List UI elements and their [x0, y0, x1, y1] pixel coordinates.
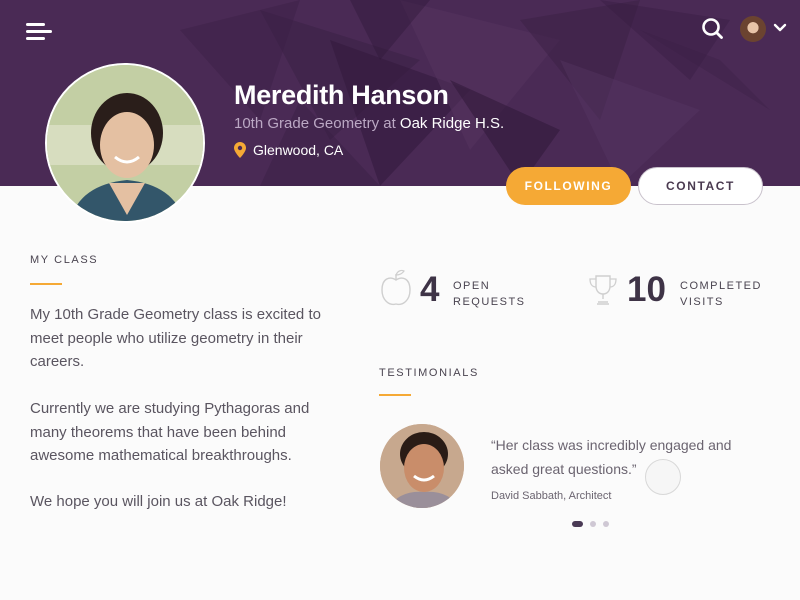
class-paragraph: Currently we are studying Pythagoras and…: [30, 400, 310, 464]
hamburger-menu-icon[interactable]: [26, 22, 52, 42]
location-text: Glenwood, CA: [253, 142, 344, 158]
label-line: COMPLETED: [680, 280, 762, 292]
stat-open-requests: 4 OPEN REQUESTS: [380, 268, 560, 314]
profile-name: Meredith Hanson: [234, 80, 449, 110]
profile-photo: [45, 63, 205, 223]
completed-visits-value: 10: [627, 270, 666, 309]
completed-visits-label: COMPLETED VISITS: [680, 278, 762, 310]
label-line: REQUESTS: [453, 296, 526, 308]
open-requests-label: OPEN REQUESTS: [453, 278, 526, 310]
open-requests-value: 4: [420, 270, 440, 309]
testimonial-quote: “Her class was incredibly engaged and as…: [491, 437, 732, 477]
following-button[interactable]: FOLLOWING: [506, 167, 631, 205]
stat-completed-visits: 10 COMPLETED VISITS: [588, 268, 788, 314]
user-menu[interactable]: [738, 14, 792, 44]
chevron-down-icon: [773, 23, 787, 32]
testimonial-pagination: [572, 521, 616, 527]
profile-page: Meredith Hanson 10th Grade Geometry at O…: [0, 0, 800, 600]
school-link[interactable]: Oak Ridge H.S.: [400, 115, 504, 132]
map-pin-icon: [234, 142, 246, 158]
apple-icon: [381, 269, 411, 306]
label-line: OPEN: [453, 280, 491, 292]
testimonials-accent-divider: [379, 394, 411, 396]
testimonial-author-photo: [380, 424, 464, 508]
label-line: VISITS: [680, 296, 724, 308]
trophy-icon: [589, 275, 617, 305]
my-class-heading: MY CLASS: [30, 254, 99, 266]
subtitle-text: 10th Grade Geometry at: [234, 115, 396, 132]
profile-subtitle: 10th Grade Geometry at Oak Ridge H.S.: [234, 115, 504, 132]
pagination-dot-1[interactable]: [572, 521, 583, 527]
user-avatar: [740, 16, 766, 42]
testimonials-heading: TESTIMONIALS: [379, 367, 479, 379]
search-icon[interactable]: [700, 16, 726, 42]
profile-location: Glenwood, CA: [234, 142, 343, 158]
class-paragraph: My 10th Grade Geometry class is excited …: [30, 306, 321, 370]
touch-cursor-indicator: [645, 459, 681, 495]
pagination-dot-2[interactable]: [590, 521, 596, 527]
pagination-dot-3[interactable]: [603, 521, 609, 527]
class-paragraph: We hope you will join us at Oak Ridge!: [30, 493, 287, 510]
testimonial-author: David Sabbath, Architect: [491, 490, 612, 502]
contact-button[interactable]: CONTACT: [638, 167, 763, 205]
my-class-accent-divider: [30, 283, 62, 285]
